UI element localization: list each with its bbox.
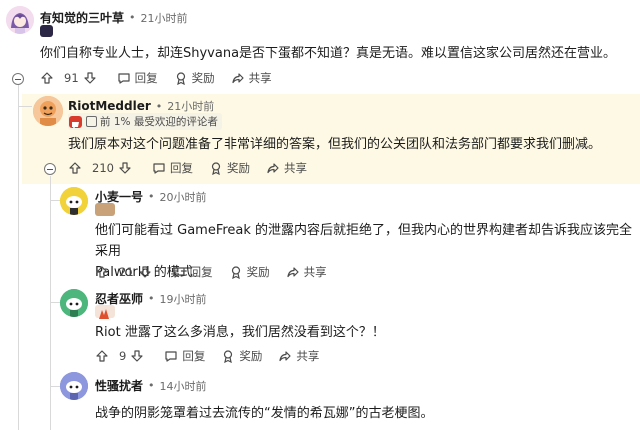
upvote-button[interactable] xyxy=(68,161,86,175)
reply-button[interactable]: 回复 xyxy=(164,348,205,364)
upvote-icon xyxy=(96,350,108,362)
user-flair-icon xyxy=(40,25,53,37)
thread-connector xyxy=(50,200,60,201)
reply-icon xyxy=(165,351,177,362)
collapse-thread-button[interactable] xyxy=(12,73,24,85)
separator-dot: • xyxy=(148,190,155,203)
separator-dot: • xyxy=(148,379,155,392)
award-icon xyxy=(224,350,233,363)
comment-body-line: 他们可能看过 GameFreak 的泄露内容后就拒绝了，但我内心的世界构建者却告… xyxy=(95,223,633,259)
comment-time[interactable]: 14小时前 xyxy=(160,378,207,394)
share-button[interactable]: 共享 xyxy=(231,70,272,86)
downvote-icon xyxy=(139,266,151,278)
vote-count: 210 xyxy=(92,161,114,175)
share-button[interactable]: 共享 xyxy=(266,160,307,176)
award-icon xyxy=(211,162,221,175)
separator-dot: • xyxy=(155,99,163,113)
upvote-icon xyxy=(41,72,53,84)
share-label: 共享 xyxy=(303,265,327,279)
award-label: 奖励 xyxy=(226,161,250,175)
award-label: 奖励 xyxy=(191,71,215,85)
award-label: 奖励 xyxy=(246,265,270,279)
comment-author[interactable]: RiotMeddler xyxy=(68,99,151,113)
downvote-button[interactable] xyxy=(83,71,101,85)
avatar[interactable] xyxy=(6,6,34,34)
reply-button[interactable]: 回复 xyxy=(152,160,193,176)
snoo-avatar-icon xyxy=(60,372,88,400)
share-icon xyxy=(287,267,299,278)
share-icon xyxy=(279,351,291,362)
collapse-thread-button[interactable] xyxy=(44,163,56,175)
reply-icon xyxy=(118,73,130,84)
vote-count: 91 xyxy=(64,71,79,85)
thread-connector xyxy=(50,302,60,303)
award-icon xyxy=(231,266,240,279)
upvote-button[interactable] xyxy=(40,71,58,85)
comment-time[interactable]: 21小时前 xyxy=(167,98,214,114)
reply-button[interactable]: 回复 xyxy=(172,264,213,280)
share-label: 共享 xyxy=(283,161,307,175)
share-button[interactable]: 共享 xyxy=(278,348,319,364)
share-label: 共享 xyxy=(248,71,272,85)
downvote-button[interactable] xyxy=(130,349,148,363)
separator-dot: • xyxy=(129,11,136,24)
award-label: 奖励 xyxy=(239,349,263,363)
separator-dot: • xyxy=(148,292,155,305)
share-label: 共享 xyxy=(296,349,320,363)
avatar[interactable] xyxy=(60,372,88,400)
vote-count: 9 xyxy=(119,349,127,363)
comment-time[interactable]: 19小时前 xyxy=(160,291,207,307)
award-button[interactable]: 奖励 xyxy=(229,264,270,280)
thread-connector xyxy=(50,386,60,387)
award-icon xyxy=(176,72,185,85)
reply-label: 回复 xyxy=(169,161,193,175)
comment-body: Riot 泄露了这么多消息，我们居然没看到这个？！ xyxy=(95,325,385,340)
upvote-icon xyxy=(69,162,81,174)
share-icon xyxy=(232,73,244,84)
anime-avatar-icon xyxy=(6,6,34,34)
downvote-button[interactable] xyxy=(138,265,156,279)
comment-body: 战争的阴影笼罩着过去流传的“发情的希瓦娜”的古老梗图。 xyxy=(95,406,434,421)
thread-connector xyxy=(18,106,32,107)
reply-button[interactable]: 回复 xyxy=(117,70,158,86)
share-icon xyxy=(267,163,279,174)
comment-author[interactable]: 有知觉的三叶草 xyxy=(40,9,124,26)
upvote-button[interactable] xyxy=(95,265,113,279)
downvote-icon xyxy=(119,162,131,174)
snoo-avatar-icon xyxy=(60,187,88,215)
user-flair-icon xyxy=(95,203,115,216)
avatar[interactable] xyxy=(33,96,63,126)
vote-count: 21 xyxy=(119,265,134,279)
award-button[interactable]: 奖励 xyxy=(209,160,250,176)
reply-label: 回复 xyxy=(134,71,158,85)
avatar[interactable] xyxy=(60,187,88,215)
award-button[interactable]: 奖励 xyxy=(174,70,215,86)
comment-author[interactable]: 性骚扰者 xyxy=(95,377,143,394)
snoo-avatar-icon xyxy=(60,289,88,317)
reply-icon xyxy=(173,267,185,278)
reply-icon xyxy=(153,163,165,174)
reply-label: 回复 xyxy=(189,265,213,279)
downvote-button[interactable] xyxy=(118,161,136,175)
avatar[interactable] xyxy=(60,289,88,317)
comment-body: 你们自称专业人士，却连Shyvana是否下蛋都不知道？真是无语。难以置信这家公司… xyxy=(40,46,617,61)
thread-line-root xyxy=(18,84,19,430)
comment-time[interactable]: 21小时前 xyxy=(141,10,188,26)
downvote-icon xyxy=(131,350,143,362)
upvote-button[interactable] xyxy=(95,349,113,363)
flair-text: 前 1% 最受欢迎的评论者 xyxy=(100,116,218,128)
user-flair-icon xyxy=(95,305,115,319)
award-button[interactable]: 奖励 xyxy=(221,348,262,364)
comment-body: 我们原本对这个问题准备了非常详细的答案，但我们的公关团队和法务部门都要求我们删减… xyxy=(68,137,602,152)
share-button[interactable]: 共享 xyxy=(286,264,327,280)
comment-time[interactable]: 20小时前 xyxy=(160,189,207,205)
thread-line-riot xyxy=(50,176,51,430)
top-commenter-flair-icon xyxy=(86,116,97,127)
user-flair: 前 1% 最受欢迎的评论者 xyxy=(68,113,222,130)
downvote-icon xyxy=(84,72,96,84)
character-avatar-icon xyxy=(33,96,63,126)
upvote-icon xyxy=(96,266,108,278)
riot-logo-icon xyxy=(69,115,82,129)
reply-label: 回复 xyxy=(182,349,206,363)
